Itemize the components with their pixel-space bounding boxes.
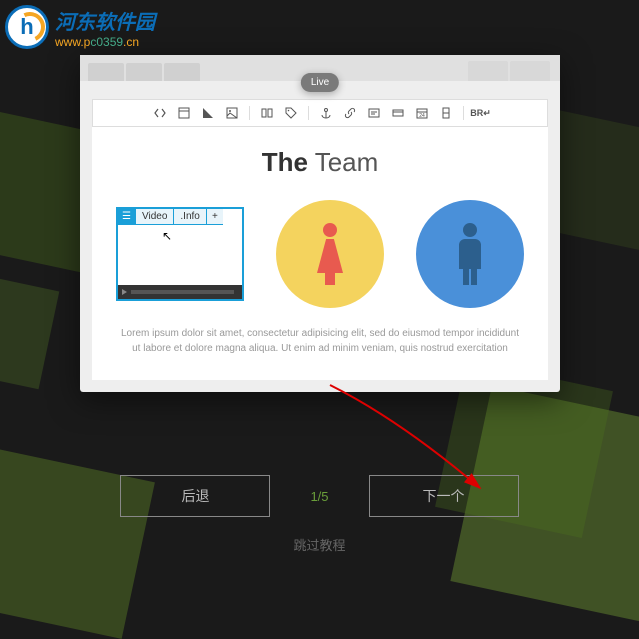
play-icon[interactable] [122, 289, 127, 295]
grid-icon[interactable] [439, 106, 453, 120]
window-tab[interactable] [126, 63, 162, 81]
window-tab[interactable] [468, 61, 508, 81]
anchor-icon[interactable] [319, 106, 333, 120]
video-widget[interactable]: ☰ Video .Info + ↖ [116, 207, 244, 301]
info-tab[interactable]: .Info [174, 209, 206, 225]
tutorial-footer: 后退 1/5 下一个 跳过教程 [0, 475, 639, 554]
text-format-icon[interactable]: BR↵ [474, 106, 488, 120]
back-button[interactable]: 后退 [120, 475, 270, 517]
video-controls[interactable] [118, 285, 242, 299]
tutorial-window: Live 24 BR↵ The Team ☰ Video .Info [80, 55, 560, 392]
skip-tutorial-link[interactable]: 跳过教程 [0, 535, 639, 554]
logo-text-cn: 河东软件园 [55, 6, 155, 35]
window-tabs: Live [80, 55, 560, 81]
content-area: The Team ☰ Video .Info + ↖ [92, 127, 548, 380]
male-icon [459, 223, 481, 285]
image-icon[interactable] [225, 106, 239, 120]
hamburger-icon[interactable]: ☰ [118, 209, 136, 225]
video-canvas[interactable]: ↖ [118, 225, 242, 285]
description-text: Lorem ipsum dolor sit amet, consectetur … [116, 326, 524, 356]
cursor-icon: ↖ [162, 229, 172, 243]
columns-icon[interactable] [260, 106, 274, 120]
video-tab[interactable]: Video [136, 209, 174, 225]
contrast-icon[interactable] [201, 106, 215, 120]
next-button[interactable]: 下一个 [369, 475, 519, 517]
card-icon[interactable] [391, 106, 405, 120]
code-icon[interactable] [153, 106, 167, 120]
link-icon[interactable] [343, 106, 357, 120]
add-tab-button[interactable]: + [207, 209, 223, 225]
window-tab[interactable] [510, 61, 550, 81]
logo-icon: h [5, 5, 49, 49]
window-tab[interactable] [164, 63, 200, 81]
team-member-avatar [416, 200, 524, 308]
editor-toolbar: 24 BR↵ [92, 99, 548, 127]
site-watermark: h 河东软件园 www.pc0359.cn [5, 5, 155, 49]
logo-url: www.pc0359.cn [55, 35, 155, 49]
svg-text:24: 24 [419, 113, 425, 119]
calendar-icon[interactable]: 24 [415, 106, 429, 120]
team-member-avatar [276, 200, 384, 308]
female-icon [317, 223, 343, 285]
layout-icon[interactable] [177, 106, 191, 120]
progress-bar[interactable] [131, 290, 234, 294]
form-icon[interactable] [367, 106, 381, 120]
tag-icon[interactable] [284, 106, 298, 120]
step-counter: 1/5 [310, 489, 328, 504]
live-badge: Live [301, 73, 339, 92]
page-title: The Team [116, 147, 524, 178]
window-tab[interactable] [88, 63, 124, 81]
